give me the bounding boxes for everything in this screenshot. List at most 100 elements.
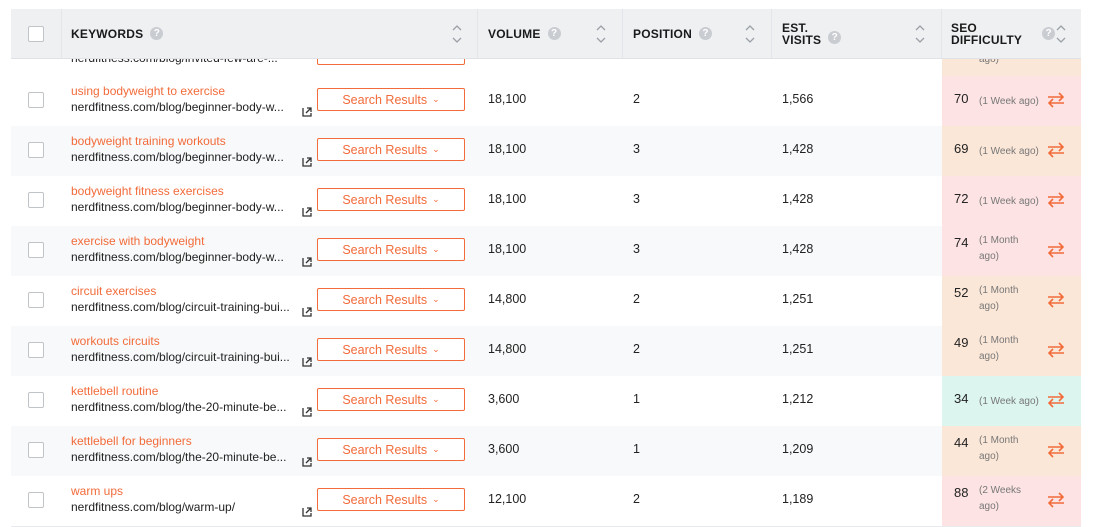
search-results-button[interactable]: Search Results ⌄ — [317, 88, 465, 111]
row-checkbox[interactable] — [28, 142, 44, 158]
swap-arrows-icon[interactable] — [1046, 440, 1066, 460]
swap-arrows-icon[interactable] — [1046, 240, 1066, 260]
seo-difficulty-cell: 49 (1 Month ago) — [942, 326, 1081, 376]
swap-arrows-icon[interactable] — [1046, 290, 1066, 310]
est-visits-value: 1,209 — [782, 442, 814, 456]
swap-arrows-icon[interactable] — [1046, 340, 1066, 360]
table-row: using bodyweight to exercise nerdfitness.… — [11, 76, 1081, 127]
search-results-button[interactable]: Search Results ⌄ — [317, 388, 465, 411]
keyword-link[interactable]: kettlebell for beginners — [71, 434, 192, 448]
search-results-button[interactable]: Search Results ⌄ — [317, 488, 465, 511]
search-results-button[interactable]: Search Results ⌄ — [317, 288, 465, 311]
row-url[interactable]: nerdfitness.com/blog/warm-up/ — [71, 500, 235, 514]
seo-difficulty-cell: 88 (2 Weeks ago) — [942, 476, 1081, 526]
table-row: bodyweight fitness exercises nerdfitness.… — [11, 176, 1081, 227]
keyword-link[interactable]: workouts circuits — [71, 334, 160, 348]
position-value: 3 — [633, 142, 640, 156]
row-url[interactable]: nerdfitness.com/blog/circuit-training-bu… — [71, 300, 290, 314]
search-results-label: Search Results — [342, 292, 428, 307]
sort-arrows-icon[interactable] — [1056, 23, 1066, 45]
swap-arrows-icon[interactable] — [1046, 140, 1066, 160]
seo-difficulty-cell: 34 (1 Week ago) — [942, 376, 1081, 426]
row-url[interactable]: nerdfitness.com/blog/the-20-minute-be... — [71, 450, 286, 464]
external-link-icon[interactable] — [302, 254, 312, 267]
search-results-button[interactable]: Search Results ⌄ — [317, 438, 465, 461]
sort-arrows-icon[interactable] — [745, 23, 755, 45]
row-checkbox[interactable] — [28, 392, 44, 408]
search-results-label: Search Results — [342, 92, 428, 107]
help-icon[interactable]: ? — [1042, 27, 1056, 40]
table-row: bodyweight training workouts nerdfitness.… — [11, 126, 1081, 177]
swap-arrows-icon[interactable] — [1046, 90, 1066, 110]
checked-time: (1 Week ago) — [979, 146, 1039, 157]
help-icon[interactable]: ? — [698, 27, 712, 40]
row-checkbox[interactable] — [28, 92, 44, 108]
seo-difficulty-cell: 44 (1 Month ago) — [942, 426, 1081, 476]
volume-value: 18,100 — [488, 242, 527, 256]
keywords-header[interactable]: KEYWORDS ? — [71, 9, 164, 58]
volume-value: 14,800 — [488, 292, 527, 306]
position-value: 3 — [633, 192, 640, 206]
keyword-link[interactable]: bodyweight training workouts — [71, 134, 226, 148]
position-value: 3 — [633, 242, 640, 256]
keyword-link[interactable]: using bodyweight to exercise — [71, 84, 225, 98]
position-value: 2 — [633, 292, 640, 306]
row-url[interactable]: nerdfitness.com/blog/beginner-body-w... — [71, 150, 284, 164]
row-url[interactable]: nerdfitness.com/blog/the-20-minute-be... — [71, 400, 286, 414]
keyword-link[interactable]: warm ups — [71, 484, 123, 498]
external-link-icon[interactable] — [302, 454, 312, 467]
keyword-link[interactable]: kettlebell routine — [71, 384, 158, 398]
external-link-icon[interactable] — [302, 204, 312, 217]
difficulty-score: 44 — [954, 435, 969, 450]
sort-arrows-icon[interactable] — [915, 23, 925, 45]
row-url[interactable]: nerdfitness.com/blog/beginner-body-w... — [71, 250, 284, 264]
search-results-button[interactable]: Search Results ⌄ — [317, 188, 465, 211]
table-row: circuit exercises nerdfitness.com/blog/ci… — [11, 276, 1081, 327]
sort-arrows-icon[interactable] — [596, 23, 606, 45]
volume-header-label: VOLUME — [488, 26, 541, 41]
row-checkbox[interactable] — [28, 242, 44, 258]
seo-difficulty-header[interactable]: SEO DIFFICULTY ? — [951, 9, 1056, 58]
external-link-icon[interactable] — [302, 104, 312, 117]
row-checkbox[interactable] — [28, 442, 44, 458]
est-visits-header[interactable]: EST. VISITS ? — [782, 9, 842, 58]
external-link-icon[interactable] — [302, 404, 312, 417]
volume-header[interactable]: VOLUME ? — [488, 9, 561, 58]
help-icon[interactable]: ? — [150, 27, 164, 40]
keyword-link[interactable]: bodyweight fitness exercises — [71, 184, 224, 198]
row-checkbox[interactable] — [28, 192, 44, 208]
seo-difficulty-cell: 70 (1 Week ago) — [942, 76, 1081, 126]
keyword-link[interactable]: exercise with bodyweight — [71, 234, 204, 248]
swap-arrows-icon[interactable] — [1046, 190, 1066, 210]
position-header-label: POSITION — [633, 26, 692, 41]
volume-value: 14,800 — [488, 342, 527, 356]
help-icon[interactable]: ? — [828, 31, 842, 44]
help-icon[interactable]: ? — [547, 27, 561, 40]
volume-value: 18,100 — [488, 142, 527, 156]
position-header[interactable]: POSITION ? — [633, 9, 712, 58]
position-value: 1 — [633, 442, 640, 456]
search-results-button[interactable]: Search Results ⌄ — [317, 138, 465, 161]
row-checkbox[interactable] — [28, 292, 44, 308]
est-visits-value: 1,189 — [782, 492, 814, 506]
row-checkbox[interactable] — [28, 342, 44, 358]
swap-arrows-icon[interactable] — [1046, 490, 1066, 510]
keyword-link[interactable]: circuit exercises — [71, 284, 156, 298]
est-visits-value: 1,566 — [782, 92, 814, 106]
seo-difficulty-cell: 74 (1 Month ago) — [942, 226, 1081, 276]
row-checkbox[interactable] — [28, 492, 44, 508]
external-link-icon[interactable] — [302, 504, 312, 517]
row-url[interactable]: nerdfitness.com/blog/beginner-body-w... — [71, 100, 284, 114]
external-link-icon[interactable] — [302, 154, 312, 167]
external-link-icon[interactable] — [302, 354, 312, 367]
select-all-checkbox[interactable] — [28, 26, 44, 42]
search-results-label: Search Results — [342, 492, 428, 507]
swap-arrows-icon[interactable] — [1046, 390, 1066, 410]
search-results-button[interactable]: Search Results ⌄ — [317, 338, 465, 361]
row-url[interactable]: nerdfitness.com/blog/beginner-body-w... — [71, 200, 284, 214]
search-results-button[interactable]: Search Results ⌄ — [317, 238, 465, 261]
sort-arrows-icon[interactable] — [452, 23, 462, 45]
external-link-icon[interactable] — [302, 304, 312, 317]
row-url[interactable]: nerdfitness.com/blog/circuit-training-bu… — [71, 350, 290, 364]
checked-time: (1 Month ago) — [979, 285, 1019, 312]
